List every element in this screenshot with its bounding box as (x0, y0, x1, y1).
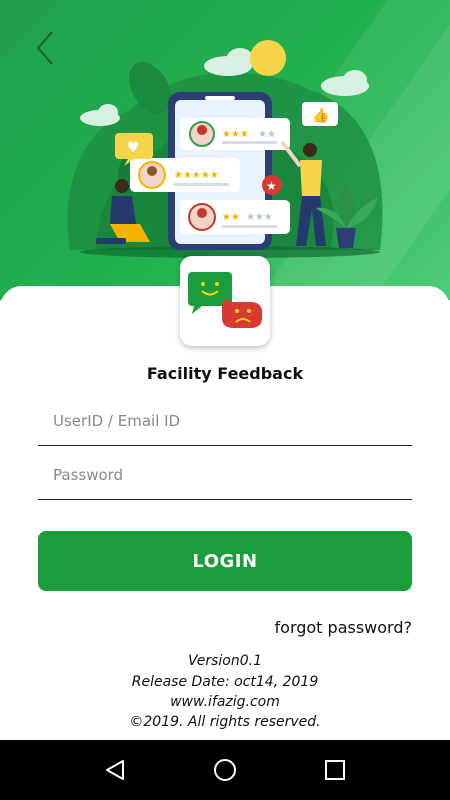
app-logo (180, 256, 270, 346)
svg-text:★★: ★★ (222, 212, 240, 223)
nav-home-button[interactable] (205, 750, 245, 790)
website-text: www.ifazig.com (170, 694, 280, 710)
nav-recents-button[interactable] (315, 750, 355, 790)
svg-text:★★★: ★★★ (222, 129, 249, 140)
feedback-illustration: ★★★ ★★ ★★★★★ ★★ ★★★ ♥ 👍 ★ (67, 40, 383, 258)
feedback-bubbles-icon (188, 272, 262, 328)
nav-back-button[interactable] (95, 750, 135, 790)
password-field[interactable] (38, 450, 412, 500)
userid-field[interactable] (38, 396, 412, 446)
hero-banner: ★★★ ★★ ★★★★★ ★★ ★★★ ♥ 👍 ★ (0, 0, 450, 300)
triangle-back-icon (106, 760, 124, 780)
square-recents-icon (325, 760, 345, 780)
svg-text:★: ★ (266, 179, 277, 193)
password-input[interactable] (38, 450, 412, 499)
release-date-text: Release Date: oct14, 2019 (131, 674, 319, 690)
login-button[interactable]: LOGIN (38, 531, 412, 591)
system-navigation-bar (0, 740, 450, 800)
copyright-text: ©2019. All rights reserved. (129, 714, 321, 730)
chevron-left-icon (36, 31, 53, 65)
svg-text:★★: ★★ (258, 129, 276, 140)
forgot-password-link[interactable]: forgot password? (275, 618, 412, 637)
login-card (0, 286, 450, 740)
circle-home-icon (214, 759, 236, 781)
svg-text:★★★★★: ★★★★★ (174, 170, 219, 181)
app-title: Facility Feedback (146, 364, 304, 383)
userid-input[interactable] (38, 396, 412, 445)
svg-text:♥: ♥ (127, 140, 140, 156)
svg-text:★★★: ★★★ (246, 212, 273, 223)
svg-text:👍: 👍 (312, 107, 329, 124)
back-button[interactable] (30, 28, 62, 68)
version-text: Version0.1 (187, 653, 262, 669)
